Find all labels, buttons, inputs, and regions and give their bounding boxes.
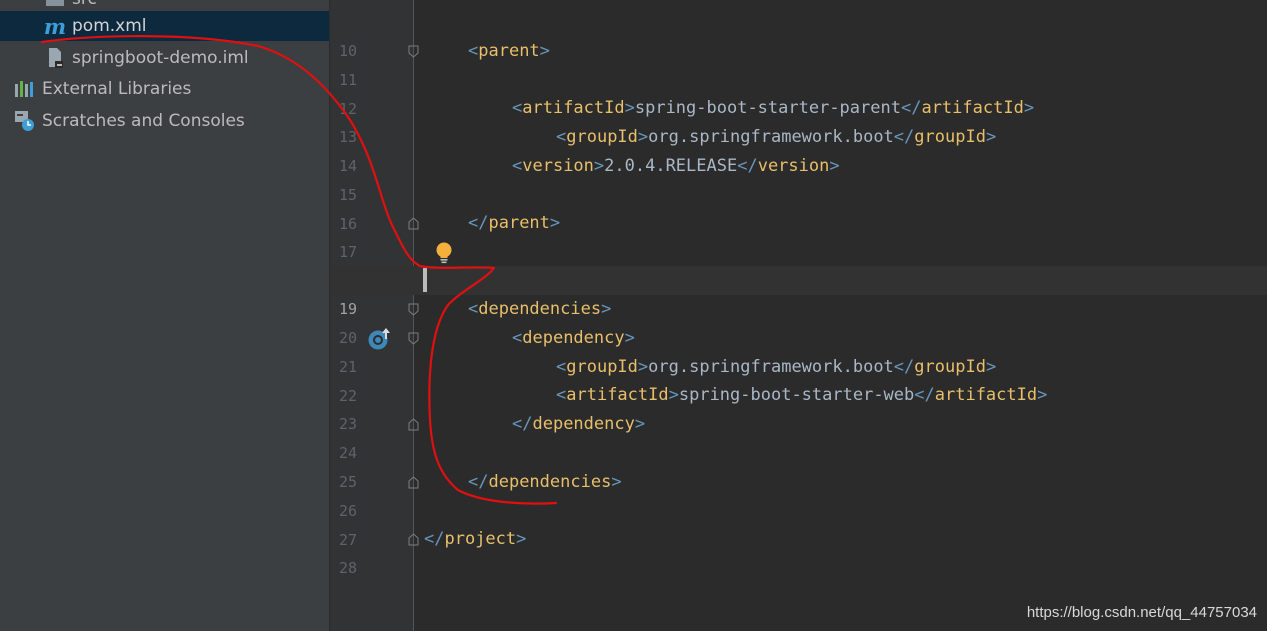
code-text: </project> — [424, 529, 527, 549]
code-line[interactable]: 28 </project> — [330, 525, 1267, 577]
text-caret — [423, 268, 427, 292]
code-text: <dependency> — [512, 328, 635, 348]
tree-item-external-libraries[interactable]: External Libraries — [0, 74, 329, 104]
tree-item-label: springboot-demo.iml — [72, 48, 249, 68]
fold-end-marker-icon[interactable] — [408, 418, 419, 431]
code-line[interactable]: 25 — [330, 439, 1267, 491]
scratches-icon — [14, 110, 36, 132]
code-text: <parent> — [468, 41, 550, 61]
code-text: <groupId>org.springframework.boot</group… — [556, 357, 997, 377]
code-text: <dependencies> — [468, 299, 612, 319]
code-line[interactable]: 13 <artifactId>spring-boot-starter-paren… — [330, 94, 1267, 146]
code-text: <artifactId>spring-boot-starter-parent</… — [512, 98, 1035, 118]
tree-item-label: External Libraries — [42, 79, 192, 99]
code-line[interactable]: 16 — [330, 181, 1267, 233]
lightbulb-icon[interactable] — [434, 241, 454, 265]
ide-window: src m pom.xml springboot-demo.iml — [0, 0, 1267, 631]
fold-marker-icon[interactable] — [408, 45, 419, 58]
code-line[interactable]: 14 <groupId>org.springframework.boot</gr… — [330, 123, 1267, 175]
project-tree: src m pom.xml springboot-demo.iml — [0, 0, 329, 631]
code-text: <version>2.0.4.RELEASE</version> — [512, 156, 840, 176]
tree-item-pom-xml[interactable]: m pom.xml — [0, 11, 329, 41]
tree-item-scratches-and-consoles[interactable]: Scratches and Consoles — [0, 106, 329, 136]
code-line[interactable]: 24 </dependency> — [330, 410, 1267, 462]
iml-file-icon — [44, 47, 66, 69]
line-number: 28 — [338, 559, 357, 577]
dependency-update-icon[interactable] — [368, 327, 392, 351]
code-line[interactable]: 27 — [330, 497, 1267, 549]
code-line[interactable]: 26 </dependencies> — [330, 468, 1267, 520]
code-text: </parent> — [468, 213, 561, 233]
code-line[interactable]: 10 — [330, 8, 1267, 60]
code-text: <groupId>org.springframework.boot</group… — [556, 127, 997, 147]
fold-marker-icon[interactable] — [408, 332, 419, 345]
code-line[interactable]: 12 — [330, 66, 1267, 118]
code-editor[interactable]: 10 11 <parent> 12 13 <artifactId>spring-… — [330, 0, 1267, 631]
tree-item-springboot-demo-iml[interactable]: springboot-demo.iml — [0, 43, 329, 73]
fold-end-marker-icon[interactable] — [408, 217, 419, 230]
code-line[interactable]: 18 — [330, 238, 1267, 290]
code-line[interactable]: 11 <parent> — [330, 37, 1267, 89]
maven-icon: m — [43, 13, 67, 39]
tree-item-label: pom.xml — [72, 16, 147, 36]
fold-end-marker-icon[interactable] — [408, 476, 419, 489]
folder-icon — [44, 0, 66, 10]
tree-item-label: src — [72, 0, 97, 9]
fold-marker-icon[interactable] — [408, 303, 419, 316]
code-line[interactable]: 23 <artifactId>spring-boot-starter-web</… — [330, 381, 1267, 433]
tree-item-label: Scratches and Consoles — [42, 111, 245, 131]
fold-end-marker-icon[interactable] — [408, 533, 419, 546]
code-line[interactable]: 17 </parent> — [330, 209, 1267, 261]
code-text: <artifactId>spring-boot-starter-web</art… — [556, 385, 1048, 405]
code-line[interactable]: 20 <dependencies> — [330, 295, 1267, 347]
code-line[interactable]: 21 <dependency> — [330, 324, 1267, 376]
code-line[interactable]: 22 <groupId>org.springframework.boot</gr… — [330, 353, 1267, 405]
watermark: https://blog.csdn.net/qq_44757034 — [1026, 604, 1257, 621]
code-text: </dependency> — [512, 414, 646, 434]
code-text: </dependencies> — [468, 472, 622, 492]
code-line[interactable]: 15 <version>2.0.4.RELEASE</version> — [330, 152, 1267, 204]
code-line-current[interactable]: 19 — [330, 266, 1267, 318]
library-icon — [14, 78, 36, 100]
